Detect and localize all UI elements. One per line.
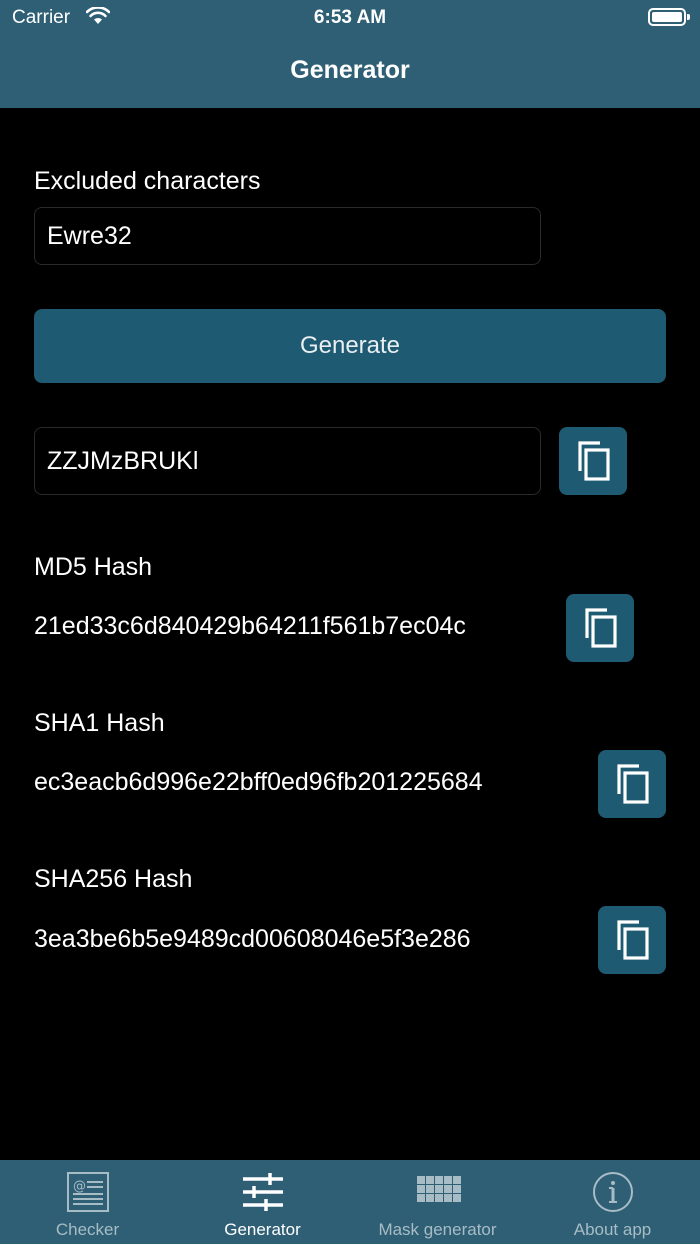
sha256-hash-value: 3ea3be6b5e9489cd00608046e5f3e286 [34, 925, 471, 953]
sha1-hash-label: SHA1 Hash [34, 709, 165, 737]
sliders-icon [240, 1170, 286, 1214]
generated-password-field[interactable]: ZZJMzBRUKl [34, 427, 541, 495]
sha256-hash-label: SHA256 Hash [34, 865, 193, 893]
md5-hash-label: MD5 Hash [34, 553, 153, 581]
copy-md5-button[interactable] [566, 594, 634, 662]
excluded-characters-label: Excluded characters [34, 167, 261, 195]
copy-icon [617, 764, 649, 804]
tab-mask-generator-label: Mask generator [378, 1220, 497, 1239]
tab-checker[interactable]: @ Checker [0, 1160, 175, 1244]
copy-icon [585, 608, 617, 648]
tab-about-app[interactable]: About app [525, 1160, 700, 1244]
grid-icon [415, 1170, 461, 1214]
checker-icon: @ [65, 1170, 111, 1214]
tab-bar: @ Checker Generator Mask generator About… [0, 1160, 700, 1244]
battery-icon [648, 8, 690, 26]
sha1-hash-value: ec3eacb6d996e22bff0ed96fb201225684 [34, 768, 483, 796]
copy-sha256-button[interactable] [598, 906, 666, 974]
copy-sha1-button[interactable] [598, 750, 666, 818]
page-title: Generator [290, 56, 410, 84]
tab-checker-label: Checker [55, 1220, 120, 1239]
copy-icon [578, 441, 610, 481]
generate-button[interactable]: Generate [34, 309, 666, 383]
tab-about-app-label: About app [573, 1220, 652, 1239]
tab-generator-label: Generator [224, 1220, 301, 1239]
info-icon [590, 1170, 636, 1214]
status-time: 6:53 AM [313, 7, 387, 28]
navigation-header: Carrier 6:53 AM Generator [0, 0, 700, 108]
tab-mask-generator[interactable]: Mask generator [350, 1160, 525, 1244]
md5-hash-value: 21ed33c6d840429b64211f561b7ec04c [34, 612, 466, 640]
tab-generator[interactable]: Generator [175, 1160, 350, 1244]
copy-icon [617, 920, 649, 960]
status-bar: Carrier 6:53 AM [0, 0, 700, 36]
copy-password-button[interactable] [559, 427, 627, 495]
svg-text:@: @ [73, 1179, 86, 1194]
excluded-characters-input[interactable]: Ewre32 [34, 207, 541, 265]
